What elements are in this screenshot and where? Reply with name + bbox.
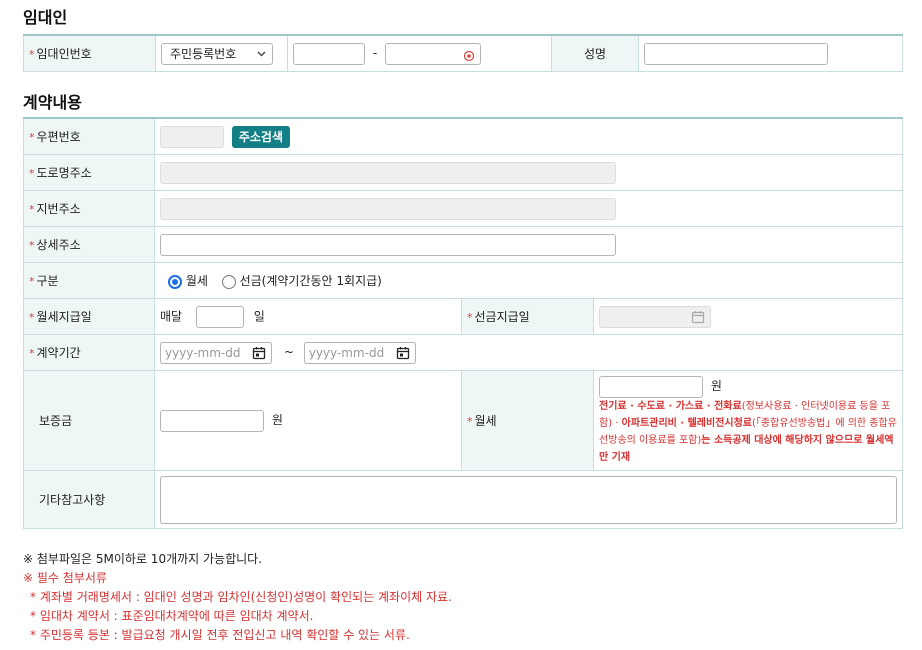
radio-prepaid[interactable] xyxy=(221,274,236,289)
required-docs-title: ※ 필수 첨부서류 xyxy=(23,571,107,585)
lot-address-label-cell: * 지번주소 xyxy=(23,190,155,227)
type-cell: 월세 선금(계약기간동안 1회지급) xyxy=(154,262,903,299)
postal-label: 우편번호 xyxy=(36,130,81,144)
type-label-cell: * 구분 xyxy=(23,262,155,299)
etc-textarea[interactable] xyxy=(160,475,897,524)
id-number-back-input[interactable] xyxy=(385,42,481,68)
etc-cell xyxy=(154,470,903,529)
name-input[interactable] xyxy=(644,42,828,65)
rent-input[interactable] xyxy=(599,375,703,398)
deposit-input[interactable] xyxy=(160,409,264,432)
lot-address-cell xyxy=(154,190,903,227)
monthly-pay-label: 월세지급일 xyxy=(36,310,92,324)
landlord-table: * 임대인번호 주민등록번호 - 성명 xyxy=(23,34,903,72)
detail-address-label-cell: * 상세주소 xyxy=(23,226,155,263)
type-label: 구분 xyxy=(36,274,59,288)
monthly-pay-label-cell: * 월세지급일 xyxy=(23,298,155,335)
name-cell xyxy=(638,34,903,72)
id-type-select[interactable]: 주민등록번호 xyxy=(161,42,273,65)
monthly-day-input[interactable] xyxy=(195,305,244,328)
deposit-unit: 원 xyxy=(271,413,283,427)
period-start-placeholder: yyyy-mm-dd xyxy=(165,345,241,360)
rent-cell: 원 전기료 · 수도료 · 가스료 · 전화료(정보사용료 · 인터넷이용료 등… xyxy=(593,370,903,471)
lot-address-input xyxy=(160,197,616,220)
id-dash: - xyxy=(372,46,378,60)
rent-label-cell: * 월세 xyxy=(461,370,594,471)
required-mark: * xyxy=(29,131,35,144)
road-address-label: 도로명주소 xyxy=(36,166,92,180)
detail-address-cell xyxy=(154,226,903,263)
rent-note-part3: 아파트관리비 · 텔레비전시청료 xyxy=(621,417,753,429)
required-mark: * xyxy=(29,203,35,216)
period-tilde: ~ xyxy=(283,345,294,359)
postal-cell: 주소검색 xyxy=(154,117,903,155)
lot-address-label: 지번주소 xyxy=(36,202,81,216)
etc-label: 기타참고사항 xyxy=(39,493,106,507)
detail-address-label: 상세주소 xyxy=(36,238,81,252)
required-mark: * xyxy=(29,311,35,324)
calendar-icon[interactable] xyxy=(252,346,266,366)
required-mark: * xyxy=(29,347,35,360)
radio-monthly-label[interactable]: 월세 xyxy=(186,274,208,288)
period-label-cell: * 계약기간 xyxy=(23,334,155,371)
rent-note: 전기료 · 수도료 · 가스료 · 전화료(정보사용료 · 인터넷이용료 등을 … xyxy=(599,398,897,466)
required-mark: * xyxy=(29,239,35,252)
prepaid-date-cell xyxy=(593,298,903,335)
rent-note-part1: 전기료 · 수도료 · 가스료 · 전화료 xyxy=(599,400,742,412)
contract-table: * 우편번호 주소검색 * 도로명주소 * 지번주소 * 상세주소 * 구분 월세 선금(… xyxy=(23,117,903,529)
required-mark: * xyxy=(29,275,35,288)
monthly-prefix: 매달 xyxy=(160,309,183,323)
prepaid-date-input xyxy=(599,305,711,330)
road-address-input xyxy=(160,161,616,184)
secure-keypad-icon[interactable] xyxy=(463,48,475,68)
deposit-label-cell: 보증금 xyxy=(23,370,155,471)
rent-label: 월세 xyxy=(474,414,497,428)
required-doc-item: * 주민등록 등본 : 발급요청 개시일 전후 전입신고 내역 확인할 수 있는… xyxy=(30,628,410,642)
period-label: 계약기간 xyxy=(36,346,81,360)
required-mark: * xyxy=(467,415,473,428)
calendar-icon[interactable] xyxy=(396,346,410,366)
id-number-front-input[interactable] xyxy=(293,42,365,65)
required-doc-item: * 임대차 계약서 : 표준임대차계약에 따른 임대차 계약서. xyxy=(30,609,314,623)
required-doc-item: * 계좌별 거래명세서 : 임대인 성명과 임차인(신청인)성명이 확인되는 계… xyxy=(30,590,452,604)
landlord-id-label-cell: * 임대인번호 xyxy=(23,34,156,72)
name-label: 성명 xyxy=(583,47,607,61)
radio-prepaid-label[interactable]: 선금(계약기간동안 1회지급) xyxy=(240,274,382,288)
period-end-input[interactable]: yyyy-mm-dd xyxy=(303,341,416,366)
period-cell: yyyy-mm-dd ~ yyyy-mm-dd xyxy=(154,334,903,371)
period-end-placeholder: yyyy-mm-dd xyxy=(308,345,385,360)
road-address-cell xyxy=(154,154,903,191)
detail-address-input[interactable] xyxy=(160,233,616,256)
rent-unit: 원 xyxy=(710,379,722,393)
contract-section-title: 계약내용 xyxy=(23,93,82,112)
address-search-button[interactable]: 주소검색 xyxy=(231,125,290,148)
chevron-down-icon xyxy=(257,44,266,72)
attachment-notes: ※ 첨부파일은 5M이하로 10개까지 가능합니다. ※ 필수 첨부서류 * 계… xyxy=(23,550,452,645)
landlord-section-title: 임대인 xyxy=(23,8,68,27)
required-mark: * xyxy=(467,311,473,324)
attach-limit-note: ※ 첨부파일은 5M이하로 10개까지 가능합니다. xyxy=(23,552,263,566)
prepaid-date-label: 선금지급일 xyxy=(474,310,530,324)
id-type-value: 주민등록번호 xyxy=(170,46,237,61)
id-number-cell: - xyxy=(287,34,552,72)
required-mark: * xyxy=(29,167,35,180)
deposit-label: 보증금 xyxy=(39,414,73,428)
monthly-suffix: 일 xyxy=(253,309,265,323)
postal-label-cell: * 우편번호 xyxy=(23,117,155,155)
radio-monthly[interactable] xyxy=(168,274,182,289)
road-address-label-cell: * 도로명주소 xyxy=(23,154,155,191)
name-label-cell: 성명 xyxy=(551,34,639,72)
period-start-input[interactable]: yyyy-mm-dd xyxy=(160,341,272,366)
monthly-pay-cell: 매달 일 xyxy=(154,298,462,335)
etc-label-cell: 기타참고사항 xyxy=(23,470,155,529)
calendar-icon xyxy=(691,310,705,330)
id-type-cell: 주민등록번호 xyxy=(155,34,288,72)
required-mark: * xyxy=(29,48,35,61)
postal-input xyxy=(160,125,224,148)
landlord-id-label: 임대인번호 xyxy=(36,47,92,61)
deposit-cell: 원 xyxy=(154,370,462,471)
prepaid-date-label-cell: * 선금지급일 xyxy=(461,298,594,335)
